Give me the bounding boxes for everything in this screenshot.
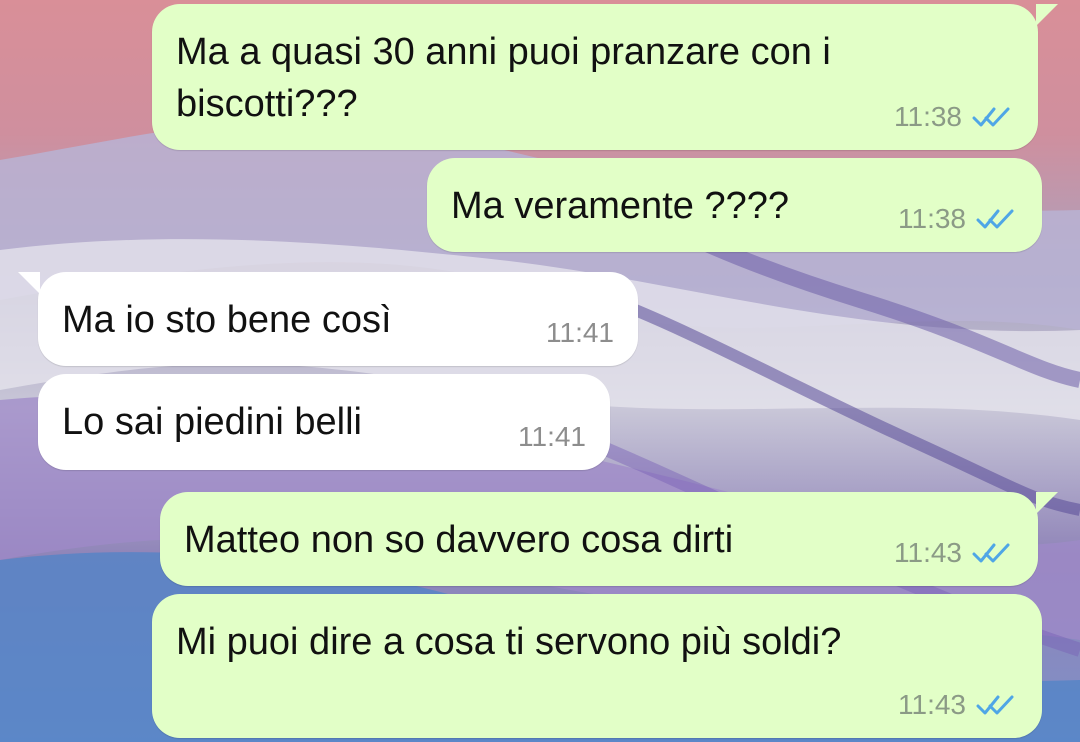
message-incoming[interactable]: Lo sai piedini belli 11:41 — [38, 374, 610, 470]
message-text: Lo sai piedini belli — [62, 401, 362, 443]
double-check-icon — [976, 209, 1014, 229]
message-outgoing[interactable]: Matteo non so davvero cosa dirti 11:43 — [160, 492, 1058, 586]
message-meta: 11:38 — [898, 204, 1018, 234]
message-meta: 11:43 — [898, 690, 1018, 720]
message-time: 11:41 — [546, 317, 614, 348]
message-outgoing[interactable]: Mi puoi dire a cosa ti servono più soldi… — [152, 594, 1042, 738]
message-time: 11:43 — [894, 537, 962, 568]
message-meta: 11:41 — [546, 318, 614, 348]
message-outgoing[interactable]: Ma veramente ???? 11:38 — [427, 158, 1042, 252]
message-list[interactable]: Ma a quasi 30 anni puoi pranzare con i b… — [0, 0, 1080, 742]
message-text: Ma veramente ???? — [451, 185, 789, 227]
message-time: 11:38 — [898, 203, 966, 234]
message-meta: 11:38 — [894, 102, 1014, 132]
message-time: 11:38 — [894, 101, 962, 132]
message-text: Mi puoi dire a cosa ti servono più soldi… — [176, 621, 842, 663]
message-text: Matteo non so davvero cosa dirti — [184, 519, 734, 561]
message-meta: 11:43 — [894, 538, 1014, 568]
message-meta: 11:41 — [518, 422, 586, 452]
message-outgoing[interactable]: Ma a quasi 30 anni puoi pranzare con i b… — [152, 4, 1058, 150]
double-check-icon — [976, 695, 1014, 715]
message-incoming[interactable]: Ma io sto bene così 11:41 — [18, 272, 638, 366]
message-text: Ma a quasi 30 anni puoi pranzare con i b… — [176, 31, 831, 125]
message-text: Ma io sto bene così — [62, 299, 392, 341]
double-check-icon — [972, 543, 1010, 563]
message-time: 11:43 — [898, 689, 966, 720]
double-check-icon — [972, 107, 1010, 127]
message-time: 11:41 — [518, 421, 586, 452]
